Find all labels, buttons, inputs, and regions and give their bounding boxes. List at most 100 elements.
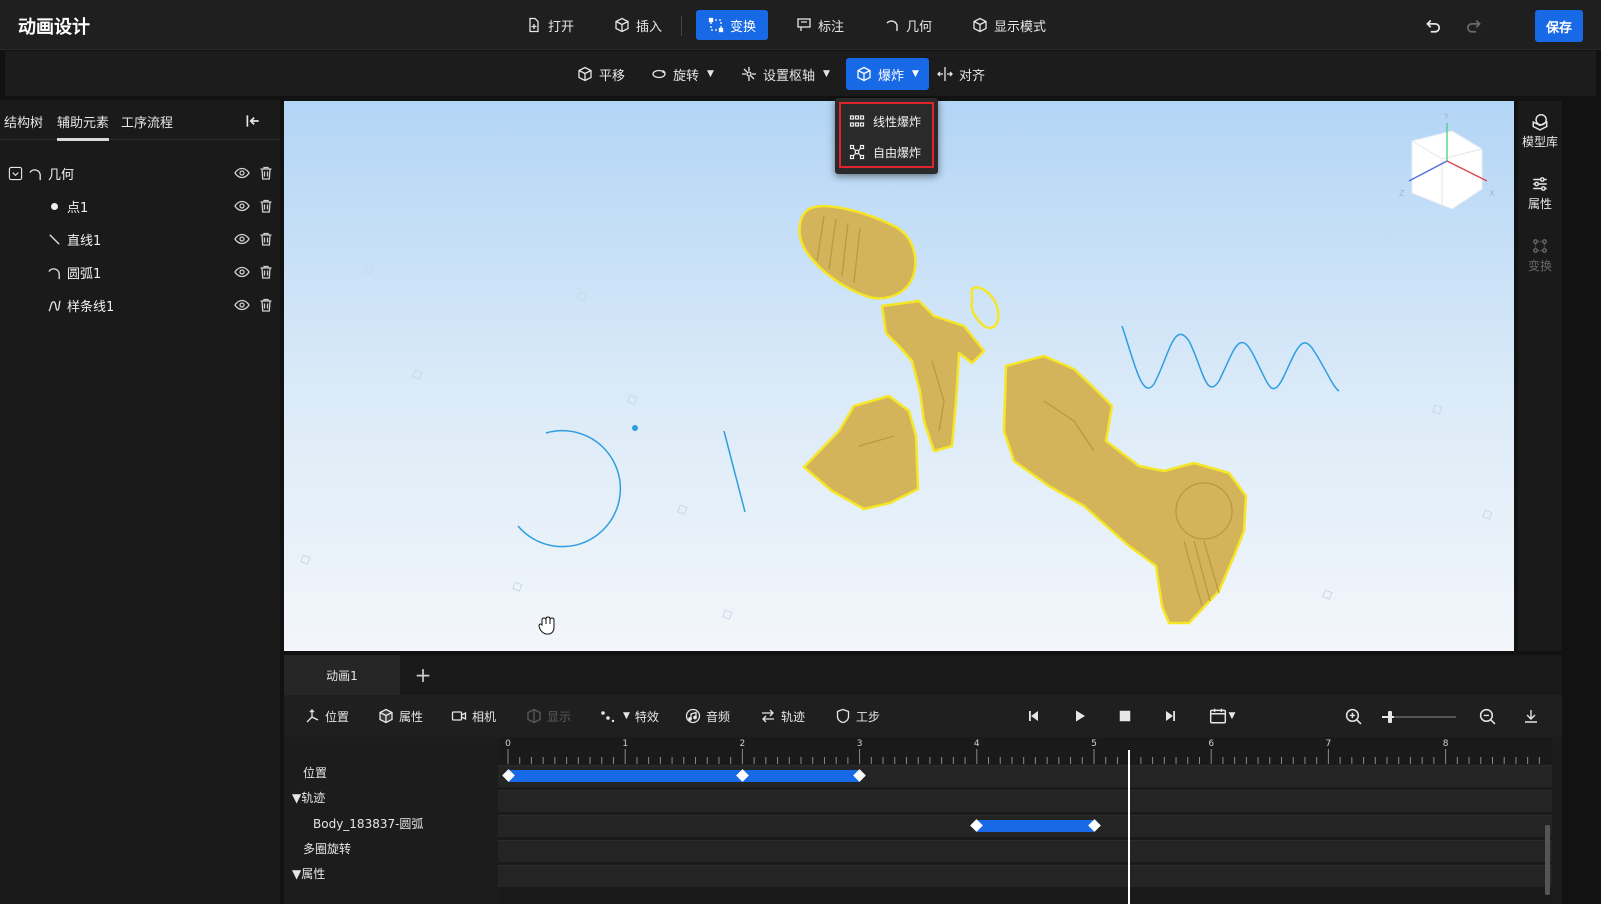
prev-frame-button[interactable] (1024, 706, 1044, 726)
app-title: 动画设计 (18, 17, 90, 38)
tree-item-line[interactable]: 直线1 (0, 224, 280, 254)
tab-process-flow[interactable]: 工序流程 (121, 112, 173, 131)
save-button[interactable]: 保存 (1535, 10, 1583, 42)
track-keyframe-segment[interactable] (976, 820, 1094, 832)
timeline-ruler[interactable]: 0 1 2 3 4 5 6 7 8 (498, 737, 1552, 765)
line-geometry[interactable] (723, 430, 746, 513)
add-animation-icon[interactable]: + (412, 663, 434, 687)
file-plus-icon (529, 17, 539, 33)
timeline-row-arc-body[interactable]: Body_183837-圆弧 (313, 815, 423, 832)
point-geometry[interactable] (632, 425, 638, 431)
model-parts[interactable] (798, 205, 1248, 625)
step-button[interactable]: 工步 (835, 706, 880, 726)
timeline-area[interactable]: 0 1 2 3 4 5 6 7 8 (498, 737, 1552, 904)
download-button[interactable] (1521, 706, 1541, 726)
open-button[interactable]: 打开 (514, 10, 586, 40)
timeline-track-trajectory[interactable] (498, 790, 1552, 812)
trash-icon[interactable] (258, 297, 274, 313)
chuck-part[interactable] (798, 205, 917, 300)
camera-button[interactable]: 相机 (451, 706, 496, 726)
next-frame-button[interactable] (1160, 706, 1180, 726)
ruler-tick-label: 5 (1091, 739, 1097, 749)
sliders-icon (1533, 177, 1547, 191)
cube-icon (379, 708, 393, 724)
eye-icon[interactable] (234, 231, 250, 247)
eye-icon[interactable] (234, 297, 250, 313)
geometry-button[interactable]: 几何 (872, 10, 944, 40)
move-cube-icon (578, 66, 592, 82)
position-keyframe-segment[interactable] (508, 770, 860, 782)
tree-item-arc[interactable]: 圆弧1 (0, 257, 280, 287)
zoom-out-button[interactable] (1477, 706, 1497, 726)
tab-structure-tree[interactable]: 结构树 (4, 112, 43, 131)
transform-panel-button[interactable]: 变换 (1518, 237, 1562, 274)
tree-item-point[interactable]: 点1 (0, 191, 280, 221)
tree-item-spline[interactable]: 样条线1 (0, 290, 280, 320)
expand-toggle-icon[interactable] (8, 166, 23, 181)
zoom-slider-handle[interactable] (1388, 711, 1392, 723)
transform-button[interactable]: 变换 (696, 10, 769, 40)
position-button[interactable]: 位置 (304, 706, 349, 726)
insert-button[interactable]: 插入 (602, 10, 674, 40)
collapse-panel-icon[interactable] (244, 112, 262, 130)
play-button[interactable] (1070, 706, 1090, 726)
audio-icon (685, 708, 701, 724)
play-icon (1076, 710, 1085, 722)
trash-icon[interactable] (258, 198, 274, 214)
trash-icon[interactable] (258, 231, 274, 247)
display-button[interactable]: 显示 (526, 706, 571, 726)
timeline-row-multi-rotation[interactable]: 多圈旋转 (303, 840, 351, 857)
redo-button[interactable] (1463, 14, 1485, 36)
spline-geometry[interactable] (1121, 325, 1340, 392)
clip-part[interactable] (970, 286, 1000, 330)
track-button[interactable]: 轨迹 (760, 706, 805, 726)
speed-select[interactable]: ▼ (1204, 706, 1240, 726)
view-cube[interactable]: Y X Z (1399, 112, 1495, 210)
tab-animation-1[interactable]: 动画1 (284, 655, 400, 695)
timeline-playhead[interactable] (1128, 750, 1131, 904)
effects-icon (601, 711, 615, 723)
annotate-button[interactable]: 标注 (784, 10, 856, 40)
properties-button[interactable]: 属性 (1518, 175, 1562, 212)
housing-part[interactable] (1002, 354, 1248, 625)
set-pivot-button[interactable]: 设置枢轴 ▼ (731, 58, 840, 90)
collapse-triangle-icon[interactable]: ▼ (292, 791, 301, 805)
property-button[interactable]: 属性 (378, 706, 423, 726)
battery-part[interactable] (802, 394, 920, 511)
align-button[interactable]: 对齐 (927, 58, 995, 90)
menu-item-linear-explode[interactable]: 线性爆炸 (849, 110, 921, 132)
animation-tabs: 动画1 + (284, 655, 1562, 695)
audio-button[interactable]: 音频 (685, 706, 730, 726)
sub-toolbar: 平移 旋转 ▼ 设置枢轴 ▼ 爆炸 ▼ 对齐 (5, 51, 1596, 96)
arc-geometry[interactable] (517, 429, 622, 548)
effects-button[interactable]: ▼ 特效 (600, 706, 659, 726)
transform-icon (708, 17, 724, 33)
explode-button[interactable]: 爆炸 ▼ (846, 58, 929, 90)
timeline-track-property[interactable] (498, 865, 1552, 887)
tree-item-geometry[interactable]: 几何 (0, 158, 280, 188)
stop-button[interactable] (1115, 706, 1135, 726)
eye-icon[interactable] (234, 198, 250, 214)
zoom-slider-track[interactable] (1382, 711, 1456, 723)
3d-viewport[interactable]: Y X Z (284, 101, 1514, 651)
trash-icon[interactable] (258, 264, 274, 280)
display-mode-button[interactable]: 显示模式 (960, 10, 1058, 40)
timeline-scrollbar[interactable] (1545, 825, 1550, 895)
menu-item-free-explode[interactable]: 自由爆炸 (849, 141, 921, 163)
zoom-in-button[interactable] (1343, 706, 1363, 726)
y-axis-label: Y (1443, 112, 1449, 121)
translate-button[interactable]: 平移 (567, 58, 635, 90)
tab-auxiliary-elements[interactable]: 辅助元素 (57, 112, 110, 141)
rotate-button[interactable]: 旋转 ▼ (641, 58, 724, 90)
eye-icon[interactable] (234, 165, 250, 181)
timeline-row-position[interactable]: 位置 (303, 764, 327, 781)
timeline-row-track[interactable]: ▼轨迹 (292, 789, 325, 806)
timeline-track-multi-rotation[interactable] (498, 840, 1552, 862)
undo-button[interactable] (1422, 14, 1444, 36)
scene-canvas[interactable]: Y X Z (284, 101, 1514, 651)
collapse-triangle-icon[interactable]: ▼ (292, 867, 301, 881)
model-library-button[interactable]: 模型库 (1518, 113, 1562, 150)
trash-icon[interactable] (258, 165, 274, 181)
timeline-row-property[interactable]: ▼属性 (292, 865, 325, 882)
eye-icon[interactable] (234, 264, 250, 280)
